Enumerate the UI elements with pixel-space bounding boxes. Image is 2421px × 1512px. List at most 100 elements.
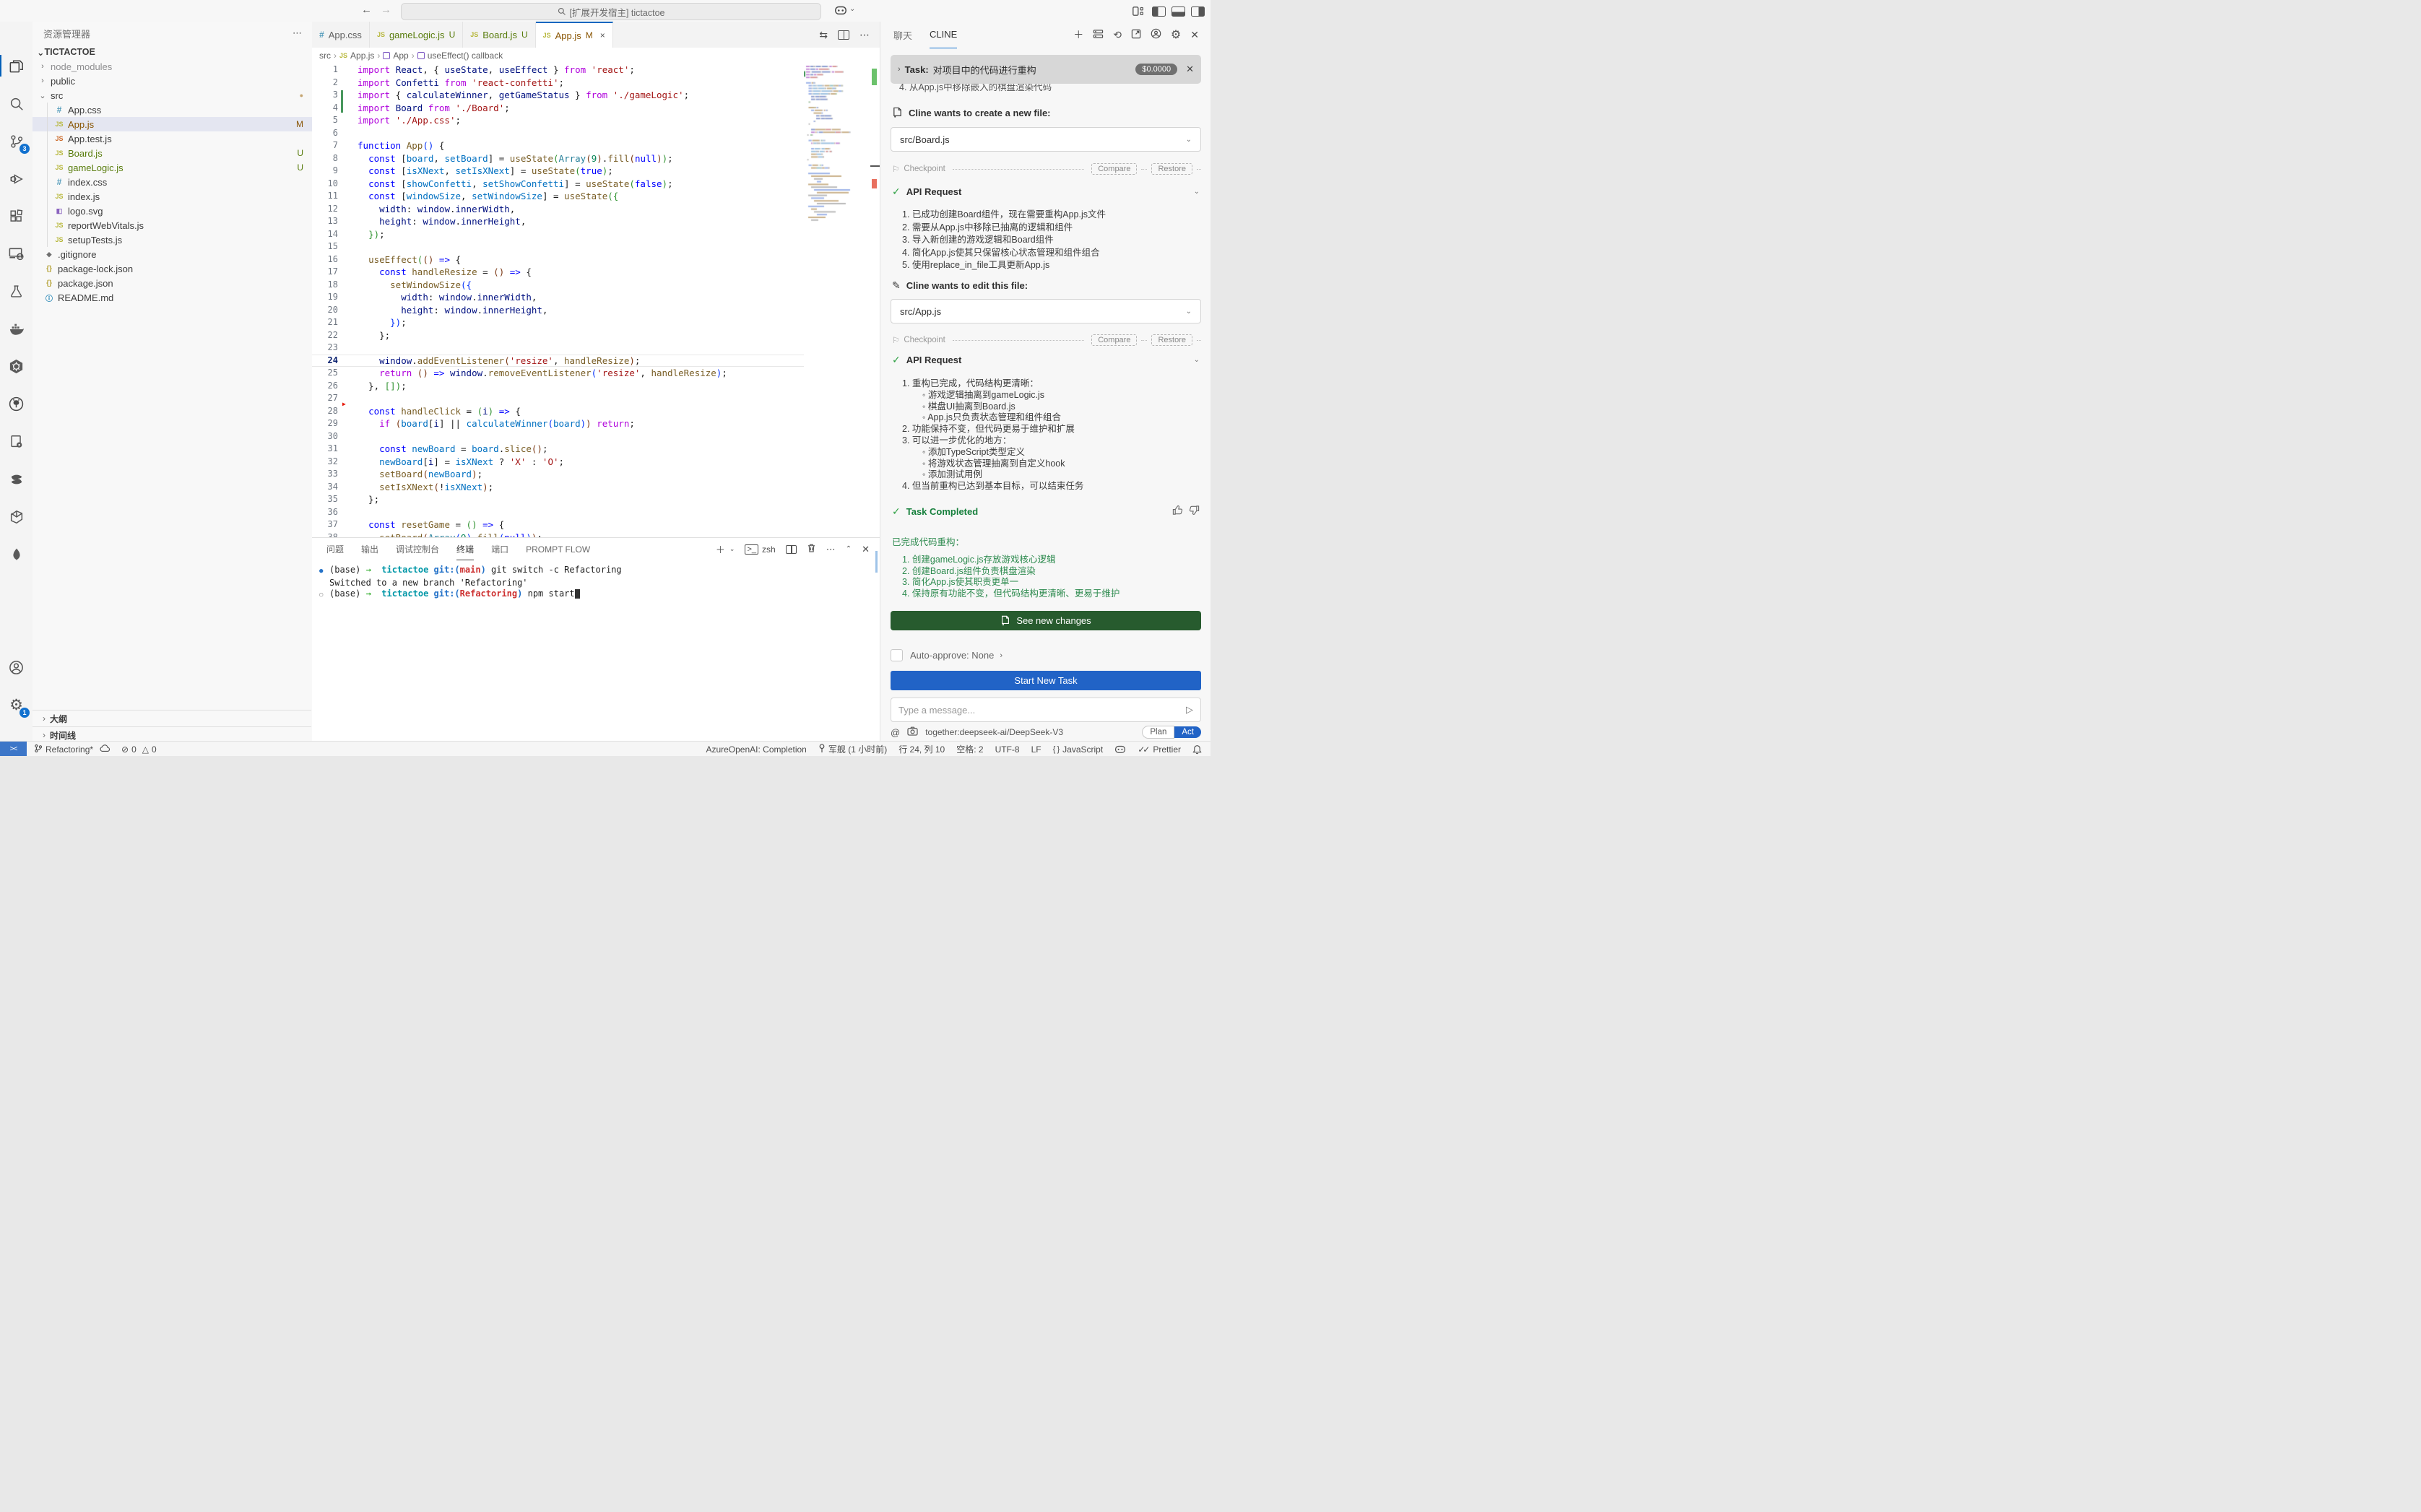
- file-App.css[interactable]: #App.css: [33, 103, 312, 117]
- terminal-output[interactable]: ●(base) → tictactoe git:(main) git switc…: [312, 560, 880, 601]
- file-README.md[interactable]: ⓘREADME.md: [33, 290, 312, 305]
- accounts-icon[interactable]: [6, 657, 27, 678]
- file-App.test.js[interactable]: JSApp.test.js: [33, 131, 312, 146]
- settings-gear-icon[interactable]: ⚙ 1: [6, 695, 27, 716]
- toggle-primary-sidebar-icon[interactable]: [1152, 6, 1166, 17]
- explorer-more-icon[interactable]: ⋯: [293, 27, 302, 39]
- explorer-icon[interactable]: [6, 56, 27, 77]
- testing-flask-icon[interactable]: [6, 281, 27, 302]
- mongodb-icon[interactable]: [6, 544, 27, 565]
- overview-ruler[interactable]: [870, 64, 880, 537]
- cline-mcp-icon[interactable]: [1093, 29, 1104, 41]
- message-input[interactable]: Type a message... ▷: [891, 698, 1201, 722]
- plan-act-toggle[interactable]: PlanAct: [1142, 726, 1201, 739]
- nav-back-icon[interactable]: ←: [361, 4, 372, 16]
- auto-approve-row[interactable]: Auto-approve: None ›: [891, 649, 1201, 661]
- cursor-position-item[interactable]: 行 24, 列 10: [898, 743, 945, 755]
- maximize-panel-icon[interactable]: ⌃: [846, 545, 852, 553]
- docker-icon[interactable]: [6, 318, 27, 339]
- terminal-new-chevron-icon[interactable]: ⌄: [729, 545, 735, 553]
- cline-history-icon[interactable]: ⟲: [1113, 29, 1122, 41]
- api-request-1-header[interactable]: ✓ API Request ⌄: [892, 186, 1201, 198]
- tab-close-icon[interactable]: ×: [600, 30, 605, 40]
- create-file-path-dropdown[interactable]: src/Board.js ⌄: [891, 127, 1201, 152]
- file-logo.svg[interactable]: ◧logo.svg: [33, 204, 312, 218]
- act-toggle[interactable]: Act: [1174, 726, 1201, 738]
- cline-account-icon[interactable]: [1151, 28, 1161, 41]
- source-control-icon[interactable]: 3: [6, 131, 27, 152]
- terminal-scrollbar[interactable]: [875, 551, 878, 573]
- camera-icon[interactable]: [907, 726, 918, 738]
- copilot-icon[interactable]: [834, 4, 847, 18]
- github-icon[interactable]: [6, 394, 27, 414]
- folder-node_modules[interactable]: ›node_modules: [33, 59, 312, 74]
- cmake-tools-icon[interactable]: [6, 431, 27, 452]
- file-package.json[interactable]: {}package.json: [33, 276, 312, 290]
- search-view-icon[interactable]: [6, 93, 27, 114]
- start-new-task-button[interactable]: Start New Task: [891, 671, 1201, 690]
- file-index.css[interactable]: #index.css: [33, 175, 312, 189]
- nav-forward-icon[interactable]: →: [381, 4, 391, 16]
- notifications-bell-icon[interactable]: [1192, 744, 1202, 755]
- remote-indicator[interactable]: ><: [0, 742, 27, 756]
- file-index.js[interactable]: JSindex.js: [33, 189, 312, 204]
- extensions-icon[interactable]: [6, 206, 27, 227]
- split-editor-icon[interactable]: [838, 30, 849, 40]
- toggle-secondary-sidebar-icon[interactable]: [1191, 6, 1205, 17]
- eol-item[interactable]: LF: [1031, 744, 1041, 755]
- toggle-panel-icon[interactable]: [1171, 6, 1185, 17]
- minimap[interactable]: [804, 64, 870, 230]
- command-center-search[interactable]: [扩展开发宿主] tictactoe: [401, 3, 821, 20]
- kill-terminal-icon[interactable]: [807, 543, 816, 555]
- model-selector[interactable]: together:deepseek-ai/DeepSeek-V3: [925, 727, 1063, 737]
- compare-button[interactable]: Compare: [1091, 163, 1137, 175]
- file-Board.js[interactable]: JSBoard.jsU: [33, 146, 312, 160]
- customize-layout-icon[interactable]: [1132, 6, 1145, 18]
- folder-src[interactable]: ⌄src●: [33, 88, 312, 103]
- problems-item[interactable]: ⊘0 △0: [121, 744, 157, 755]
- auto-approve-checkbox[interactable]: [891, 649, 903, 661]
- thumbs-up-icon[interactable]: [1172, 505, 1183, 518]
- panel-tab-端口[interactable]: 端口: [491, 539, 508, 560]
- tab-chat[interactable]: 聊天: [893, 22, 912, 48]
- thumbs-down-icon[interactable]: [1189, 505, 1200, 518]
- copilot-chevron-icon[interactable]: ⌄: [849, 5, 855, 13]
- tab-gameLogic.js[interactable]: JSgameLogic.jsU: [370, 22, 463, 48]
- folder-public[interactable]: ›public: [33, 74, 312, 88]
- restore-button[interactable]: Restore: [1151, 163, 1192, 175]
- cline-close-icon[interactable]: ✕: [1190, 29, 1199, 41]
- panel-more-icon[interactable]: ⋯: [826, 544, 836, 555]
- file-.gitignore[interactable]: ◆.gitignore: [33, 247, 312, 261]
- outline-section[interactable]: ›大纲: [33, 710, 311, 726]
- tab-Board.js[interactable]: JSBoard.jsU: [463, 22, 535, 48]
- file-App.js[interactable]: JSApp.jsM: [33, 117, 312, 131]
- breadcrumb-callback[interactable]: useEffect() callback: [428, 51, 503, 61]
- file-package-lock.json[interactable]: {}package-lock.json: [33, 261, 312, 276]
- task-close-icon[interactable]: ✕: [1186, 64, 1194, 75]
- panel-tab-PROMPT FLOW[interactable]: PROMPT FLOW: [526, 539, 590, 560]
- cline-new-task-icon[interactable]: ＋: [1073, 27, 1083, 42]
- breadcrumb-file[interactable]: App.js: [350, 51, 374, 61]
- file-gameLogic.js[interactable]: JSgameLogic.jsU: [33, 160, 312, 175]
- project-manager-icon[interactable]: [6, 506, 27, 527]
- task-expand-chevron-icon[interactable]: ›: [898, 65, 901, 74]
- shell-label[interactable]: zsh: [762, 544, 776, 555]
- cline-settings-icon[interactable]: ⚙: [1171, 27, 1181, 42]
- breadcrumb-src[interactable]: src: [319, 51, 331, 61]
- breadcrumb[interactable]: src› JSApp.js› App› useEffect() callback: [312, 48, 880, 64]
- session-item[interactable]: 军舰 (1 小时前): [818, 743, 887, 755]
- explorer-root-folder[interactable]: ⌄ TICTACTOE: [33, 45, 312, 59]
- git-branch-item[interactable]: Refactoring*: [34, 744, 110, 755]
- gutter-red-marker-icon[interactable]: ▶: [342, 401, 346, 407]
- close-panel-icon[interactable]: ✕: [862, 544, 870, 555]
- see-new-changes-button[interactable]: See new changes: [891, 611, 1201, 630]
- remote-explorer-icon[interactable]: [6, 243, 27, 264]
- indentation-item[interactable]: 空格: 2: [956, 743, 983, 755]
- mention-icon[interactable]: @: [891, 727, 900, 738]
- split-terminal-icon[interactable]: [786, 545, 797, 554]
- file-reportWebVitals.js[interactable]: JSreportWebVitals.js: [33, 218, 312, 233]
- panel-tab-输出[interactable]: 输出: [361, 539, 378, 560]
- tab-App.css[interactable]: #App.css: [312, 22, 370, 48]
- api-request-2-header[interactable]: ✓ API Request ⌄: [892, 354, 1201, 366]
- panel-tab-终端[interactable]: 终端: [456, 539, 474, 560]
